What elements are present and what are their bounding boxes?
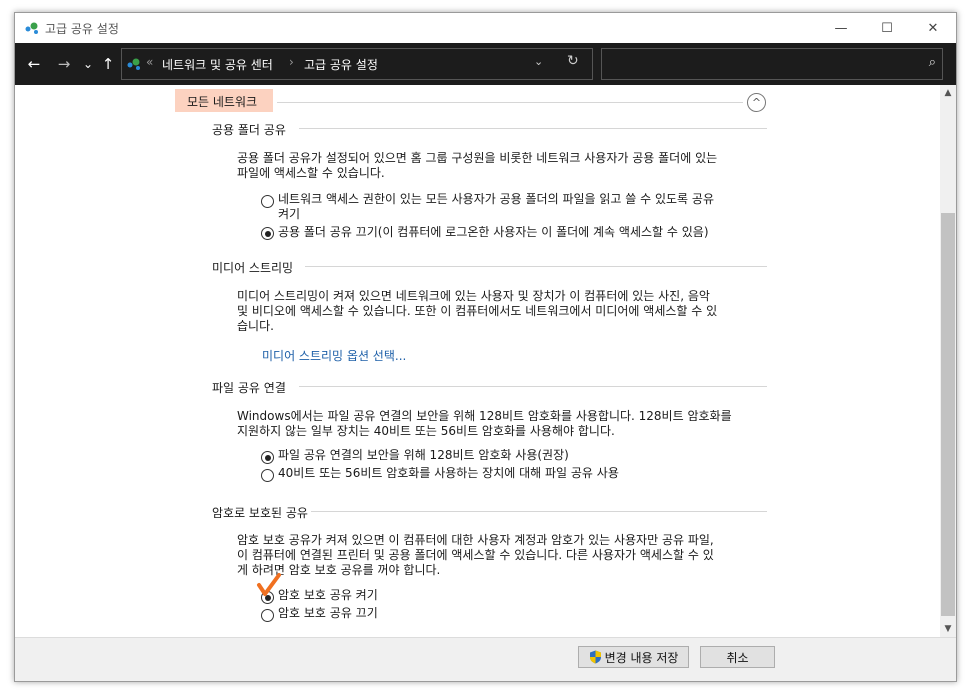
checkmark-icon: [257, 573, 281, 596]
window-title: 고급 공유 설정: [45, 22, 119, 36]
breadcrumb[interactable]: « 네트워크 및 공유 센터 › 고급 공유 설정 ⌄ ↻: [121, 48, 593, 80]
password-sharing-off-label[interactable]: 암호 보호 공유 끄기: [278, 606, 378, 621]
button-bar: 변경 내용 저장 취소: [15, 637, 956, 681]
password-sharing-header: 암호로 보호된 공유: [212, 504, 314, 521]
public-folder-header: 공용 폴더 공유: [212, 121, 292, 138]
section-divider: [299, 386, 767, 387]
up-arrow-icon[interactable]: ↑: [97, 53, 119, 75]
public-folder-on-radio[interactable]: [261, 195, 274, 208]
public-folder-off-label[interactable]: 공용 폴더 공유 끄기(이 컴퓨터에 로그온한 사용자는 이 폴더에 계속 액세…: [278, 225, 709, 240]
public-folder-off-radio[interactable]: [261, 227, 274, 240]
section-divider: [311, 511, 767, 512]
settings-content: 모든 네트워크 ^ 공용 폴더 공유 공용 폴더 공유가 설정되어 있으면 홈 …: [15, 85, 940, 637]
password-sharing-off-radio[interactable]: [261, 609, 274, 622]
search-icon[interactable]: ⌕: [929, 55, 936, 70]
media-description-cont: 및 비디오에 액세스할 수 있습니다. 또한 이 컴퓨터에서도 네트워크에서 미…: [237, 304, 718, 318]
section-divider: [299, 128, 767, 129]
maximize-button[interactable]: ☐: [864, 13, 910, 43]
forward-arrow-icon[interactable]: →: [53, 53, 75, 75]
refresh-icon[interactable]: ↻: [567, 53, 579, 69]
recent-locations-chevron-icon[interactable]: ⌄: [77, 53, 99, 75]
profile-divider: [277, 102, 743, 103]
collapse-icon[interactable]: ^: [747, 93, 766, 112]
media-description-end: 습니다.: [237, 319, 274, 333]
breadcrumb-chevron-icon[interactable]: ›: [289, 55, 294, 69]
media-streaming-header: 미디어 스트리밍: [212, 259, 300, 276]
encryption-128-label[interactable]: 파일 공유 연결의 보안을 위해 128비트 암호화 사용(권장): [278, 448, 569, 463]
encryption-40-56-label[interactable]: 40비트 또는 56비트 암호화를 사용하는 장치에 대해 파일 공유 사용: [278, 466, 619, 481]
advanced-sharing-window: 고급 공유 설정 — ☐ ✕ ← → ⌄ ↑ « 네트워크 및 공유 센터 › …: [14, 12, 957, 682]
title-bar: 고급 공유 설정 — ☐ ✕: [15, 13, 956, 43]
encryption-40-56-radio[interactable]: [261, 469, 274, 482]
breadcrumb-advanced-sharing[interactable]: 고급 공유 설정: [304, 56, 378, 73]
file-sharing-header: 파일 공유 연결: [212, 379, 292, 396]
public-folder-description: 공용 폴더 공유가 설정되어 있으면 홈 그룹 구성원을 비롯한 네트워크 사용…: [237, 151, 718, 165]
network-icon: [127, 58, 140, 70]
cancel-button[interactable]: 취소: [700, 646, 775, 668]
public-folder-on-label[interactable]: 네트워크 액세스 권한이 있는 모든 사용자가 공용 폴더의 파일을 읽고 쓸 …: [278, 192, 714, 207]
save-changes-label: 변경 내용 저장: [604, 650, 679, 665]
public-folder-on-label-cont[interactable]: 켜기: [278, 207, 300, 222]
public-folder-description-cont: 파일에 액세스할 수 있습니다.: [237, 166, 385, 180]
encryption-128-radio[interactable]: [261, 451, 274, 464]
media-streaming-options-link[interactable]: 미디어 스트리밍 옵션 선택...: [262, 347, 406, 364]
password-sharing-on-label[interactable]: 암호 보호 공유 켜기: [278, 588, 378, 603]
scroll-down-icon[interactable]: ▼: [940, 621, 956, 637]
scrollbar-thumb[interactable]: [941, 213, 955, 616]
uac-shield-icon: [589, 650, 601, 664]
close-button[interactable]: ✕: [910, 13, 956, 43]
network-icon: [25, 22, 38, 34]
password-description: 암호 보호 공유가 켜져 있으면 이 컴퓨터에 대한 사용자 계정과 암호가 있…: [237, 533, 714, 547]
file-sharing-description: Windows에서는 파일 공유 연결의 보안을 위해 128비트 암호화를 사…: [237, 409, 732, 423]
scroll-up-icon[interactable]: ▲: [940, 85, 956, 101]
media-description: 미디어 스트리밍이 켜져 있으면 네트워크에 있는 사용자 및 장치가 이 컴퓨…: [237, 289, 710, 303]
vertical-scrollbar[interactable]: ▲ ▼: [940, 85, 956, 637]
save-changes-button[interactable]: 변경 내용 저장: [578, 646, 689, 668]
address-bar: ← → ⌄ ↑ « 네트워크 및 공유 센터 › 고급 공유 설정 ⌄ ↻ ⌕: [15, 43, 956, 85]
search-input[interactable]: ⌕: [601, 48, 943, 80]
minimize-button[interactable]: —: [818, 13, 864, 43]
breadcrumb-network-center[interactable]: 네트워크 및 공유 센터: [162, 56, 273, 73]
back-arrow-icon[interactable]: ←: [23, 53, 45, 75]
address-dropdown-icon[interactable]: ⌄: [534, 55, 543, 68]
section-divider: [305, 266, 767, 267]
file-sharing-description-cont: 지원하지 않는 일부 장치는 40비트 또는 56비트 암호화를 사용해야 합니…: [237, 424, 615, 438]
breadcrumb-overflow-icon[interactable]: «: [146, 55, 153, 69]
password-description-cont: 이 컴퓨터에 연결된 프린터 및 공용 폴더에 액세스할 수 있습니다. 다른 …: [237, 548, 714, 562]
profile-label[interactable]: 모든 네트워크: [187, 93, 257, 110]
